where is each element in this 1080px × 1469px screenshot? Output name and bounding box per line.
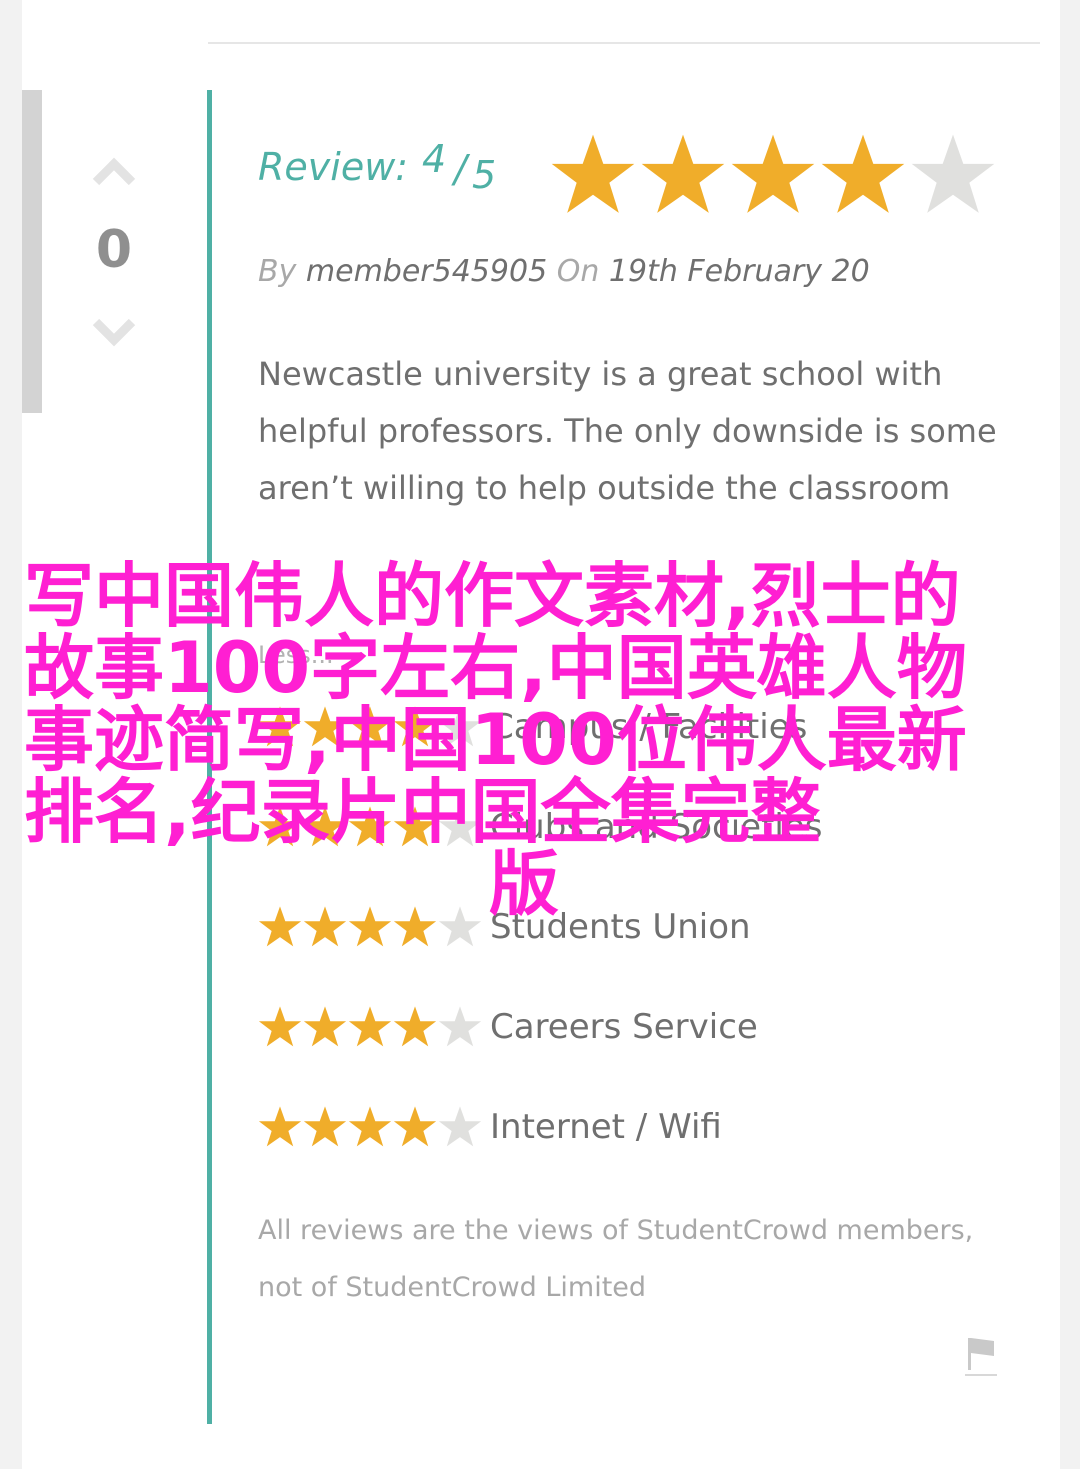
star-filled-icon [303, 1006, 347, 1047]
downvote-button[interactable] [92, 316, 136, 352]
rating-row: Careers Service [258, 1002, 1018, 1052]
star-filled-icon [348, 1106, 392, 1147]
rating-category: Internet / Wifi [490, 1107, 722, 1147]
star-filled-icon [348, 1006, 392, 1047]
overall-star-rating [550, 132, 996, 222]
star-filled-icon [393, 1006, 437, 1047]
review-body: Newcastle university is a great school w… [258, 355, 997, 507]
byline-date: 19th February 20 [608, 254, 870, 289]
star-empty-icon [438, 1106, 482, 1147]
top-divider [208, 42, 1040, 44]
star-empty-icon [438, 1006, 482, 1047]
overlay-headline-main: 写中国伟人的作文素材,烈士的故事100字左右,中国英雄人物事迹简写,中国100位… [24, 555, 967, 853]
byline-author[interactable]: member545905 [306, 254, 547, 289]
star-filled-icon [258, 1006, 302, 1047]
flag-icon [965, 1338, 997, 1376]
overlay-headline-last: 版 [489, 843, 559, 925]
star-filled-icon [641, 134, 725, 213]
vote-count: 0 [95, 220, 133, 280]
star-filled-icon [393, 1106, 437, 1147]
chevron-down-icon [92, 318, 136, 347]
star-filled-icon [821, 134, 905, 213]
review-out-of: 5 [472, 153, 497, 197]
rating-category: Careers Service [490, 1007, 758, 1047]
star-empty-icon [911, 134, 995, 213]
upvote-button[interactable] [92, 152, 136, 188]
category-star-rating [258, 1005, 486, 1049]
rating-row: Internet / Wifi [258, 1102, 1018, 1152]
star-filled-icon [731, 134, 815, 213]
review-label: Review: [258, 145, 409, 189]
star-filled-icon [551, 134, 635, 213]
byline-by: By [258, 254, 297, 289]
vote-bar [22, 90, 42, 413]
review-header: Review: 4 / 5 [258, 132, 1038, 228]
byline-on: On [556, 254, 600, 289]
chevron-up-icon [92, 157, 136, 186]
report-button[interactable] [964, 1334, 998, 1378]
review-byline: By member545905 On 19th February 20 [258, 252, 1038, 292]
category-star-rating [258, 1105, 486, 1149]
reviews-disclaimer: All reviews are the views of StudentCrow… [258, 1215, 974, 1303]
review-score: 4 [422, 137, 447, 181]
star-filled-icon [303, 1106, 347, 1147]
overlay-headline: 写中国伟人的作文素材,烈士的故事100字左右,中国英雄人物事迹简写,中国100位… [24, 560, 1024, 920]
review-slash: / [454, 147, 467, 191]
star-filled-icon [258, 1106, 302, 1147]
